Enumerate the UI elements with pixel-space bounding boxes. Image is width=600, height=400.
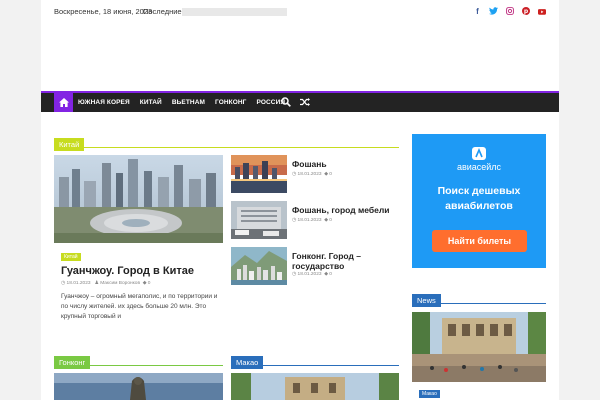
ad-find-tickets-button[interactable]: Найти билеты — [432, 230, 527, 252]
hongkong-image[interactable] — [54, 373, 223, 400]
top-bar: Воскресенье, 18 июня, 2023 Последние: f … — [41, 4, 559, 20]
comment-icon: ◆ — [324, 218, 328, 223]
featured-post-title[interactable]: Гуанчжоу. Город в Китае — [61, 265, 221, 277]
featured-post-author[interactable]: Максим Воронков — [100, 281, 140, 286]
home-icon — [58, 98, 69, 107]
section-china-title[interactable]: Китай — [54, 138, 85, 151]
user-icon: ♟ — [94, 281, 99, 286]
side-post-meta: ◷ 18.01.2023 ◆ 0 — [292, 272, 332, 277]
featured-post-excerpt: Гуанчжоу – огромный мегаполис, и по терр… — [61, 293, 218, 320]
aviasales-ad-banner[interactable]: авиасейлс Поиск дешевых авиабилетов Найт… — [412, 134, 546, 268]
section-hongkong-header: Гонконг — [54, 352, 223, 369]
side-post-comments[interactable]: 0 — [329, 172, 332, 177]
comment-icon: ◆ — [324, 272, 328, 277]
page-wrapper: Воскресенье, 18 июня, 2023 Последние: f … — [41, 0, 559, 400]
shuffle-icon[interactable] — [300, 97, 310, 107]
search-icon[interactable] — [281, 97, 291, 107]
twitter-icon[interactable] — [489, 6, 498, 16]
side-post-image[interactable] — [231, 201, 287, 239]
calendar-icon: ◷ — [292, 172, 297, 177]
featured-post-meta: ◷ 18.01.2023 ♟ Максим Воронков ◆ 0 — [61, 281, 150, 286]
aviasales-logo-icon — [472, 147, 486, 160]
side-post-image[interactable] — [231, 155, 287, 193]
latest-label: Последние: — [143, 7, 184, 16]
featured-image[interactable] — [54, 155, 223, 243]
side-post-comments[interactable]: 0 — [329, 218, 332, 223]
side-post-meta: ◷ 18.01.2023 ◆ 0 — [292, 172, 332, 177]
news-ticker[interactable] — [182, 8, 287, 16]
news-image[interactable] — [412, 312, 546, 382]
side-post-image[interactable] — [231, 247, 287, 285]
home-button[interactable] — [54, 93, 73, 112]
side-post-title[interactable]: Гонконг. Город – государство — [292, 251, 392, 271]
section-news-header: News — [412, 290, 546, 307]
section-macau-title[interactable]: Макао — [231, 356, 264, 369]
side-post-date[interactable]: 18.01.2023 — [298, 272, 322, 277]
featured-post-comments[interactable]: 0 — [148, 281, 151, 286]
instagram-icon[interactable] — [505, 6, 514, 16]
featured-post-date[interactable]: 18.01.2023 — [67, 281, 91, 286]
main-navigation: ЮЖНАЯ КОРЕЯ КИТАЙ ВЬЕТНАМ ГОНКОНГ РОССИЯ — [41, 91, 559, 112]
youtube-icon[interactable] — [537, 6, 546, 16]
comment-icon: ◆ — [142, 281, 147, 286]
side-post-date[interactable]: 18.01.2023 — [298, 218, 322, 223]
ad-brand: авиасейлс — [456, 162, 502, 172]
svg-text:p: p — [523, 8, 528, 15]
current-date: Воскресенье, 18 июня, 2023 — [54, 7, 153, 16]
side-post-title[interactable]: Фошань — [292, 159, 402, 169]
calendar-icon: ◷ — [61, 281, 66, 286]
ad-headline: Поиск дешевых авиабилетов — [437, 185, 521, 212]
section-hongkong-title[interactable]: Гонконг — [54, 356, 91, 369]
nav-item-vietnam[interactable]: ВЬЕТНАМ — [172, 99, 205, 106]
social-links: f p — [473, 6, 546, 16]
nav-item-china[interactable]: КИТАЙ — [140, 99, 162, 106]
pinterest-icon[interactable]: p — [521, 6, 530, 16]
nav-item-south-korea[interactable]: ЮЖНАЯ КОРЕЯ — [78, 99, 130, 106]
section-macau-header: Макао — [231, 352, 399, 369]
side-post-title[interactable]: Фошань, город мебели — [292, 205, 402, 215]
section-news-title[interactable]: News — [412, 294, 441, 307]
macau-image[interactable] — [231, 373, 399, 400]
featured-category-tag[interactable]: Китай — [61, 253, 81, 261]
news-category-tag[interactable]: Макао — [419, 390, 440, 398]
calendar-icon: ◷ — [292, 272, 297, 277]
comment-icon: ◆ — [324, 172, 328, 177]
calendar-icon: ◷ — [292, 218, 297, 223]
side-post-date[interactable]: 18.01.2023 — [298, 172, 322, 177]
nav-menu: ЮЖНАЯ КОРЕЯ КИТАЙ ВЬЕТНАМ ГОНКОНГ РОССИЯ — [78, 93, 285, 112]
section-china-header: Китай — [54, 134, 399, 151]
facebook-icon[interactable]: f — [473, 6, 482, 16]
side-post-meta: ◷ 18.01.2023 ◆ 0 — [292, 218, 332, 223]
nav-item-hongkong[interactable]: ГОНКОНГ — [215, 99, 246, 106]
side-post-comments[interactable]: 0 — [329, 272, 332, 277]
